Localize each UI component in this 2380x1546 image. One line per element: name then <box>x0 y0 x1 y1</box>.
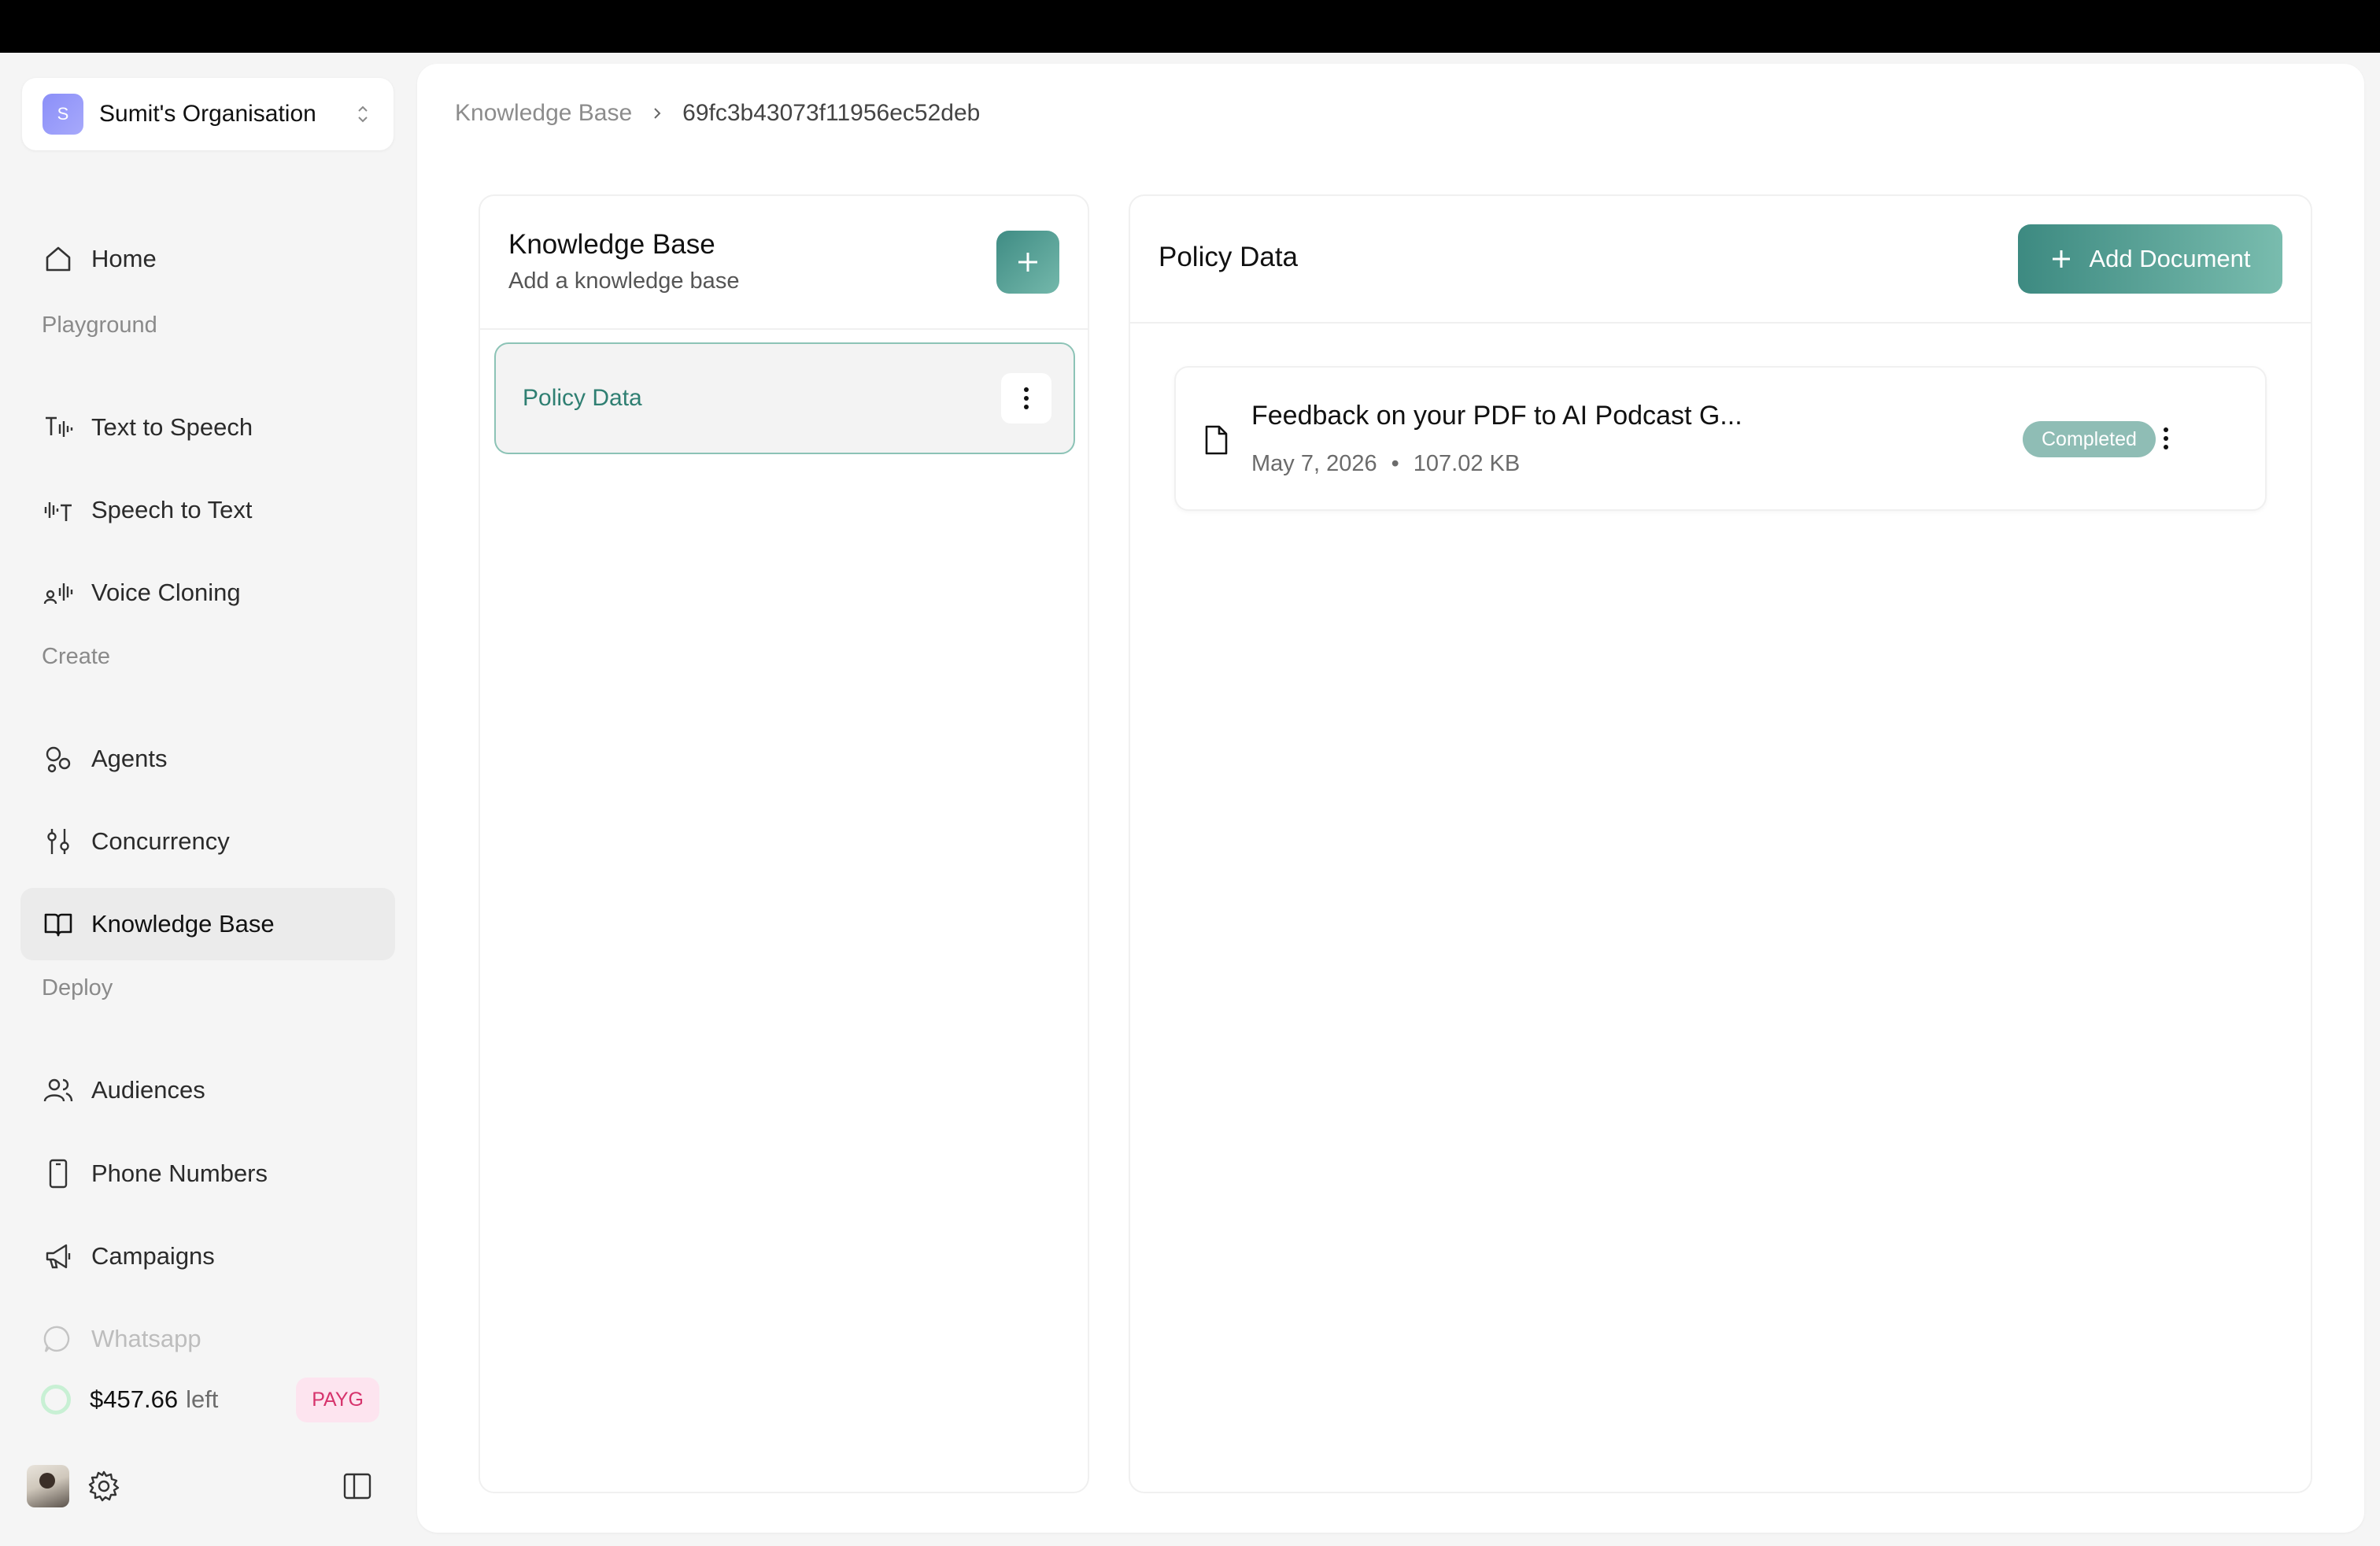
sidebar-item-label: Audiences <box>91 1076 205 1104</box>
agents-icon <box>46 746 71 773</box>
gear-icon[interactable] <box>87 1469 121 1503</box>
org-name: Sumit's Organisation <box>99 101 316 127</box>
sidebar-item-label: Concurrency <box>91 827 230 855</box>
kb-panel-title: Knowledge Base <box>508 229 715 260</box>
sidebar-item-knowledge-base[interactable]: Knowledge Base <box>20 888 395 960</box>
document-name: Feedback on your PDF to AI Podcast G... <box>1251 401 1743 431</box>
documents-panel: Policy Data Add Document Feedback on you… <box>1129 194 2312 1493</box>
sidebar-item-campaigns[interactable]: Campaigns <box>20 1220 395 1293</box>
avatar[interactable] <box>27 1465 69 1507</box>
document-more-options-button[interactable] <box>2149 421 2183 456</box>
doc-panel-title: Policy Data <box>1159 242 1299 272</box>
credit-amount: $457.66 <box>90 1385 179 1413</box>
sidebar-item-label: Home <box>91 245 157 272</box>
org-avatar: S <box>42 94 83 135</box>
sidebar-item-label: Agents <box>91 745 168 772</box>
text-to-speech-icon <box>46 416 73 437</box>
doc-panel-header: Policy Data Add Document <box>1130 196 2311 324</box>
sidebar-item-label: Speech to Text <box>91 496 253 523</box>
document-size: 107.02 KB <box>1413 451 1521 476</box>
phone-icon <box>49 1159 68 1189</box>
megaphone-icon <box>46 1244 71 1269</box>
kb-panel-header: Knowledge Base Add a knowledge base <box>480 196 1088 330</box>
sidebar-footer <box>27 1463 373 1509</box>
more-options-button[interactable] <box>1001 373 1051 423</box>
sidebar-item-label: Voice Cloning <box>91 579 241 606</box>
sidebar-item-text-to-speech[interactable]: Text to Speech <box>20 391 395 464</box>
sidebar-item-label: Knowledge Base <box>91 910 275 938</box>
sidebar-item-voice-cloning[interactable]: Voice Cloning <box>20 557 395 629</box>
more-vertical-icon <box>2164 427 2168 449</box>
plan-badge[interactable]: PAYG <box>296 1377 379 1422</box>
knowledge-base-list-panel: Knowledge Base Add a knowledge base Poli… <box>479 194 1089 1493</box>
kb-item-label: Policy Data <box>523 385 642 411</box>
sidebar-item-concurrency[interactable]: Concurrency <box>20 805 395 878</box>
sidebar-toggle-icon[interactable] <box>342 1470 373 1502</box>
status-badge: Completed <box>2023 421 2156 457</box>
chevron-up-down-icon <box>358 105 368 123</box>
meta-separator: • <box>1391 451 1399 476</box>
credit-ring-icon <box>41 1385 71 1415</box>
section-label-playground: Playground <box>42 313 157 338</box>
section-label-create: Create <box>42 644 111 669</box>
credit-suffix: left <box>186 1385 219 1413</box>
main-content: Knowledge Base 69fc3b43073f11956ec52deb … <box>417 64 2364 1533</box>
org-switcher[interactable]: S Sumit's Organisation <box>22 78 394 150</box>
sidebar-item-speech-to-text[interactable]: Speech to Text <box>20 474 395 546</box>
credits-balance: $457.66 left PAYG <box>41 1375 379 1424</box>
chat-bubble-icon <box>43 1326 70 1352</box>
add-document-button[interactable]: Add Document <box>2018 224 2282 294</box>
sidebar-item-label: Campaigns <box>91 1242 215 1270</box>
speech-to-text-icon <box>44 502 72 521</box>
concurrency-icon <box>47 829 69 854</box>
app-shell: S Sumit's Organisation Home Playground T… <box>0 53 2380 1546</box>
voice-cloning-icon <box>43 583 73 605</box>
sidebar-item-audiences[interactable]: Audiences <box>20 1054 395 1126</box>
sidebar-item-label: Text to Speech <box>91 413 253 441</box>
breadcrumb-root[interactable]: Knowledge Base <box>455 100 632 127</box>
top-black-bar <box>0 0 2380 53</box>
sidebar-item-whatsapp: Whatsapp <box>20 1303 395 1375</box>
list-item-policy-data[interactable]: Policy Data <box>494 342 1075 454</box>
home-icon <box>46 246 71 272</box>
users-icon <box>43 1078 73 1102</box>
document-meta: May 7, 2026 • 107.02 KB <box>1251 451 1520 477</box>
plus-icon <box>2053 250 2071 268</box>
more-vertical-icon <box>1024 387 1029 409</box>
kb-panel-subtitle: Add a knowledge base <box>508 268 740 294</box>
sidebar-item-home[interactable]: Home <box>20 223 395 295</box>
book-open-icon <box>44 913 72 937</box>
sidebar-item-label: Whatsapp <box>91 1325 201 1352</box>
sidebar-item-agents[interactable]: Agents <box>20 723 395 795</box>
breadcrumb: Knowledge Base 69fc3b43073f11956ec52deb <box>455 100 980 127</box>
sidebar-item-phone-numbers[interactable]: Phone Numbers <box>20 1137 395 1210</box>
file-icon <box>1205 425 1228 455</box>
document-date: May 7, 2026 <box>1251 451 1377 476</box>
section-label-deploy: Deploy <box>42 975 113 1000</box>
sidebar: S Sumit's Organisation Home Playground T… <box>0 53 417 1546</box>
breadcrumb-current: 69fc3b43073f11956ec52deb <box>682 100 981 126</box>
add-document-label: Add Document <box>2089 245 2251 272</box>
chevron-right-icon <box>654 108 661 119</box>
sidebar-item-label: Phone Numbers <box>91 1160 268 1187</box>
document-row[interactable]: Feedback on your PDF to AI Podcast G... … <box>1174 366 2267 511</box>
plus-icon <box>1018 253 1037 272</box>
add-knowledge-base-button[interactable] <box>996 231 1059 294</box>
